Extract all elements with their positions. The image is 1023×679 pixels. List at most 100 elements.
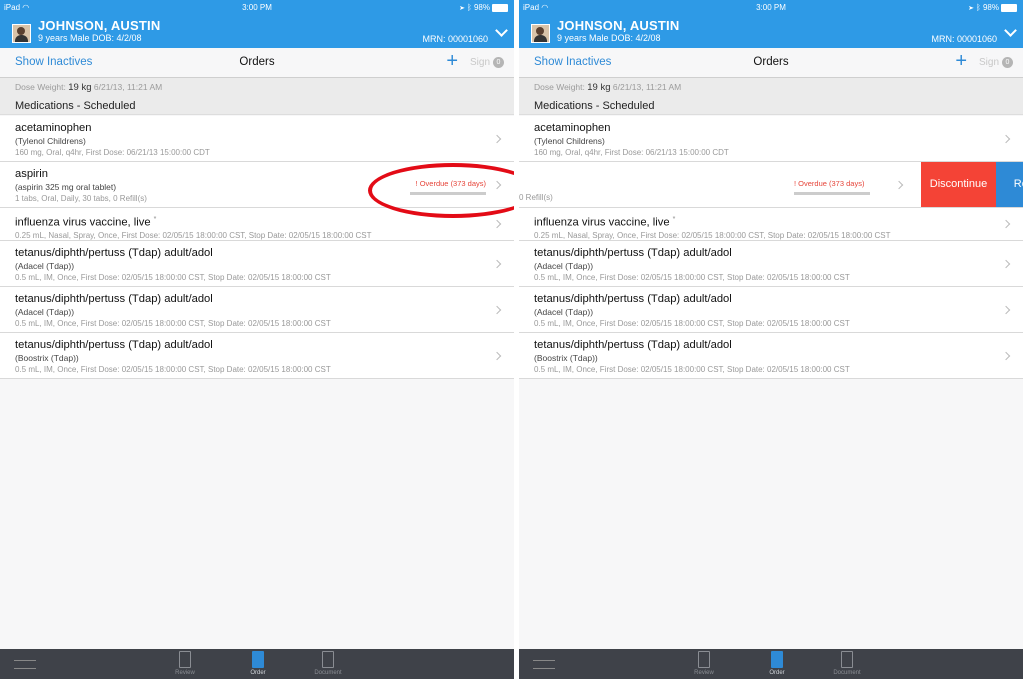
chevron-right-icon [1001,259,1011,268]
discontinue-button[interactable]: Discontinue [921,162,996,207]
order-icon [771,651,783,668]
order-detail: 0.5 mL, IM, Once, First Dose: 02/05/15 1… [15,365,331,374]
order-row[interactable]: tetanus/diphth/pertuss (Tdap) adult/adol… [0,287,514,333]
order-row[interactable]: acetaminophen (Tylenol Childrens) 160 mg, … [0,116,514,162]
swiped-row-content[interactable]: 0 Refill(s) ! Overdue (373 days) [519,162,959,207]
order-row[interactable]: acetaminophen (Tylenol Childrens) 160 mg, … [519,116,1023,162]
patient-demographics: 9 years Male DOB: 4/2/08 [557,33,661,43]
patient-mrn: MRN: 00001060 [422,34,488,44]
chevron-right-icon [1001,305,1011,314]
section-header: Medications - Scheduled [0,97,514,115]
orders-navbar: Show Inactives Orders + Sign 0 [0,48,514,78]
bluetooth-icon: ᛒ [466,3,472,12]
tab-review[interactable]: Review [684,651,724,676]
tab-order[interactable]: Order [238,651,278,676]
overdue-label: ! Overdue (373 days) [794,179,865,188]
order-brand: (Tylenol Childrens) [15,136,86,146]
order-detail: 0.5 mL, IM, Once, First Dose: 02/05/15 1… [534,319,850,328]
add-order-button[interactable]: + [446,51,458,71]
order-name: influenza virus vaccine, live * [534,216,676,229]
refill-button[interactable]: Refill [996,162,1023,207]
dose-weight-bar: Dose Weight: 19 kg 6/21/13, 11:21 AM [0,78,514,97]
chevron-right-icon [492,134,502,143]
patient-avatar [531,24,550,43]
order-row-swiped[interactable]: 0 Refill(s) ! Overdue (373 days) Discont… [519,162,1023,208]
order-row[interactable]: tetanus/diphth/pertuss (Tdap) adult/adol… [519,241,1023,287]
chevron-down-icon[interactable] [1004,24,1017,37]
order-row[interactable]: tetanus/diphth/pertuss (Tdap) adult/adol… [0,241,514,287]
dose-weight-bar: Dose Weight: 19 kg 6/21/13, 11:21 AM [519,78,1023,97]
sign-count-badge: 0 [1002,57,1013,68]
tab-bar: Review Order Document [0,649,514,679]
order-row[interactable]: tetanus/diphth/pertuss (Tdap) adult/adol… [519,333,1023,379]
order-detail: 0.25 mL, Nasal, Spray, Once, First Dose:… [534,230,891,240]
clipboard-icon [179,651,191,668]
order-name: tetanus/diphth/pertuss (Tdap) adult/adol [15,247,213,259]
sign-button[interactable]: Sign [979,57,999,68]
patient-avatar [12,24,31,43]
chevron-right-icon [492,305,502,314]
order-brand: (Adacel (Tdap)) [534,261,594,271]
overdue-progress [794,192,870,195]
order-detail: 0 Refill(s) [519,193,553,202]
patient-demographics: 9 years Male DOB: 4/2/08 [38,33,142,43]
chevron-down-icon[interactable] [495,24,508,37]
order-row[interactable]: tetanus/diphth/pertuss (Tdap) adult/adol… [0,333,514,379]
order-brand: (Tylenol Childrens) [534,136,605,146]
battery-status: ➤ ᛒ 98% [969,3,1017,12]
battery-icon [492,3,508,12]
clock: 3:00 PM [756,3,786,12]
patient-name: JOHNSON, AUSTIN [557,18,680,33]
order-name: acetaminophen [15,122,92,134]
tab-review[interactable]: Review [165,651,205,676]
sign-button[interactable]: Sign [470,57,490,68]
tab-order[interactable]: Order [757,651,797,676]
order-brand: (Adacel (Tdap)) [15,261,75,271]
order-detail: 0.5 mL, IM, Once, First Dose: 02/05/15 1… [15,273,331,282]
add-order-button[interactable]: + [955,51,967,71]
show-inactives-button[interactable]: Show Inactives [15,56,92,68]
order-name: tetanus/diphth/pertuss (Tdap) adult/adol [534,339,732,351]
order-name: influenza virus vaccine, live * [15,216,157,229]
order-name: tetanus/diphth/pertuss (Tdap) adult/adol [15,339,213,351]
ipad-screen-left: iPad ◠ 3:00 PM ➤ ᛒ 98% JOHNSON, AUSTIN 9… [0,0,515,679]
patient-header[interactable]: iPad ◠ 3:00 PM ➤ ᛒ 98% JOHNSON, AUSTIN 9… [0,0,514,48]
orders-list: acetaminophen (Tylenol Childrens) 160 mg, … [519,116,1023,379]
battery-status: ➤ ᛒ 98% [460,3,508,12]
patient-header[interactable]: iPad ◠ 3:00 PM ➤ ᛒ 98% JOHNSON, AUSTIN 9… [519,0,1023,48]
orders-navbar: Show Inactives Orders + Sign 0 [519,48,1023,78]
order-brand: (Boostrix (Tdap)) [534,353,598,363]
document-icon [841,651,853,668]
order-name: tetanus/diphth/pertuss (Tdap) adult/adol [15,293,213,305]
tab-document[interactable]: Document [308,651,348,676]
order-brand: (Adacel (Tdap)) [15,307,75,317]
chevron-right-icon [894,180,904,189]
tab-document[interactable]: Document [827,651,867,676]
chevron-right-icon [492,351,502,360]
chevron-right-icon [1001,351,1011,360]
order-detail: 0.5 mL, IM, Once, First Dose: 02/05/15 1… [15,319,331,328]
chevron-right-icon [492,259,502,268]
order-detail: 0.25 mL, Nasal, Spray, Once, First Dose:… [15,230,372,240]
chevron-right-icon [1001,134,1011,143]
location-icon: ➤ [459,3,465,12]
order-name: tetanus/diphth/pertuss (Tdap) adult/adol [534,247,732,259]
order-detail: 0.5 mL, IM, Once, First Dose: 02/05/15 1… [534,365,850,374]
clock: 3:00 PM [242,3,272,12]
order-row[interactable]: tetanus/diphth/pertuss (Tdap) adult/adol… [519,287,1023,333]
order-name: acetaminophen [534,122,611,134]
menu-icon[interactable] [14,660,36,669]
patient-mrn: MRN: 00001060 [931,34,997,44]
order-brand: (Adacel (Tdap)) [534,307,594,317]
tab-bar: Review Order Document [519,649,1023,679]
document-icon [322,651,334,668]
order-detail: 160 mg, Oral, q4hr, First Dose: 06/21/13… [534,148,729,157]
battery-icon [1001,3,1017,12]
order-row[interactable]: influenza virus vaccine, live * 0.25 mL, … [519,208,1023,241]
order-detail: 160 mg, Oral, q4hr, First Dose: 06/21/13… [15,148,210,157]
location-icon: ➤ [968,3,974,12]
chevron-right-icon [1001,219,1011,229]
menu-icon[interactable] [533,660,555,669]
show-inactives-button[interactable]: Show Inactives [534,56,611,68]
order-name: tetanus/diphth/pertuss (Tdap) adult/adol [534,293,732,305]
